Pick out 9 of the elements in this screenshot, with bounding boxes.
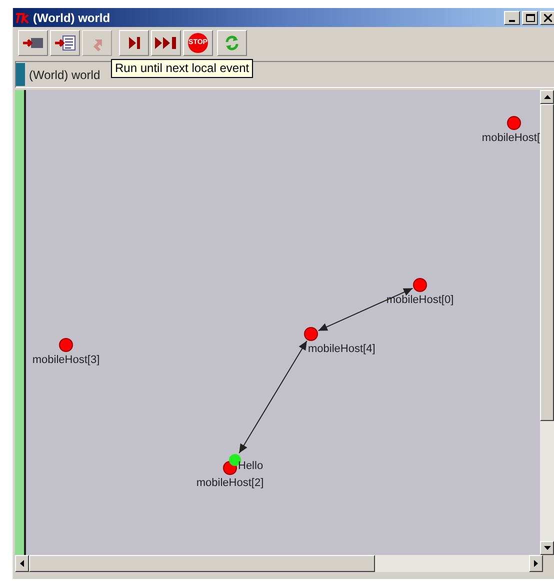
- window-title: (World) world: [33, 10, 110, 26]
- message-label: Hello: [238, 460, 264, 472]
- tooltip: Run until next local event: [111, 59, 254, 78]
- host-label: mobileHost[: [482, 132, 540, 145]
- host-label: mobileHost[3]: [32, 354, 100, 367]
- info-text: (World) world: [29, 66, 100, 84]
- host-label: mobileHost[4]: [308, 343, 376, 356]
- host-label: mobileHost[0]: [386, 294, 454, 307]
- host-label: mobileHost[2]: [196, 477, 264, 490]
